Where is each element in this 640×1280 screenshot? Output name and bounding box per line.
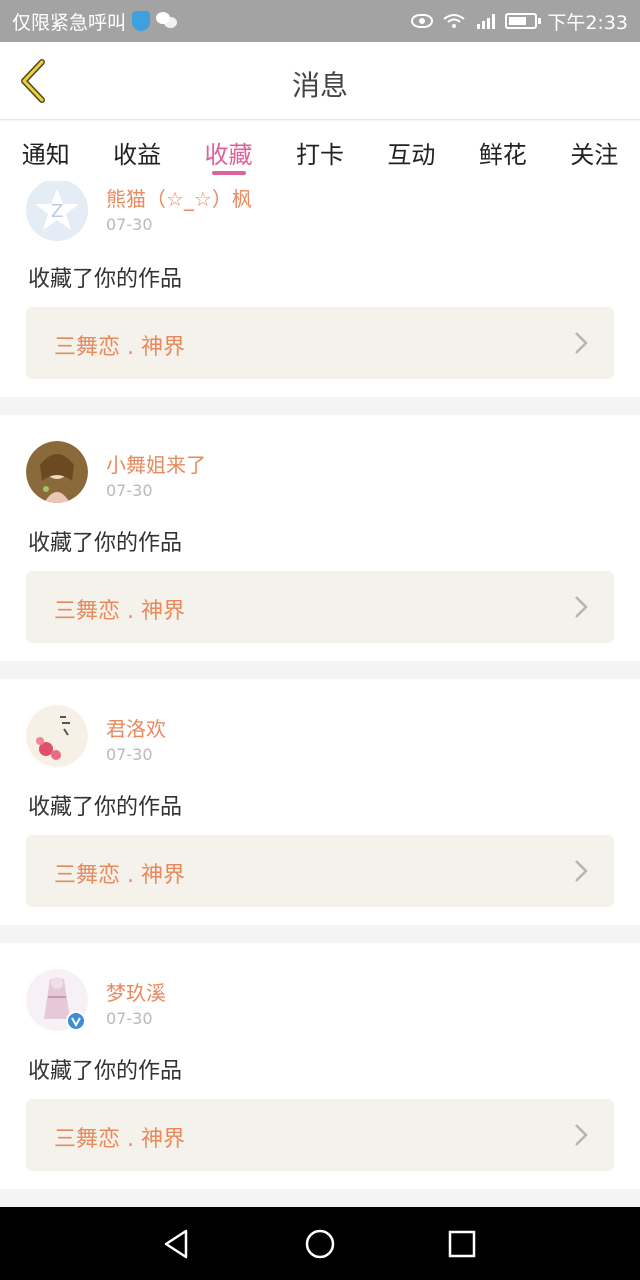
- avatar[interactable]: [26, 969, 88, 1031]
- user-name[interactable]: 熊猫（☆_☆）枫: [106, 183, 252, 212]
- date: 07-30: [106, 215, 153, 234]
- page-title: 消息: [291, 69, 348, 102]
- user-name[interactable]: 小舞姐来了: [106, 449, 206, 478]
- date: 07-30: [106, 745, 153, 764]
- wifi-icon: [443, 14, 465, 28]
- back-triangle-icon[interactable]: [160, 1227, 194, 1261]
- work-link[interactable]: 三舞恋 . 神界: [26, 835, 614, 907]
- action-text: 收藏了你的作品: [28, 795, 183, 820]
- chat-icon: [156, 12, 178, 30]
- date: 07-30: [106, 481, 153, 500]
- tab-follow[interactable]: 关注: [549, 121, 640, 181]
- date: 07-30: [106, 1009, 153, 1028]
- list-item: Z 熊猫（☆_☆）枫 07-30 收藏了你的作品 三舞恋 . 神界: [0, 181, 640, 397]
- tab-flowers[interactable]: 鲜花: [457, 121, 548, 181]
- status-time: 下午2:33: [547, 11, 628, 34]
- chevron-right-icon: [575, 332, 588, 354]
- shield-icon: [132, 11, 151, 31]
- status-bar: 仅限紧急呼叫 下午2:33: [0, 0, 640, 42]
- chevron-right-icon: [575, 596, 588, 618]
- recent-apps-square-icon[interactable]: [445, 1227, 479, 1261]
- list-item: 梦玖溪 07-30 收藏了你的作品 三舞恋 . 神界: [0, 943, 640, 1189]
- list-item: 君洛欢 07-30 收藏了你的作品 三舞恋 . 神界: [0, 679, 640, 925]
- avatar[interactable]: [26, 705, 88, 767]
- chevron-right-icon: [575, 1124, 588, 1146]
- user-name[interactable]: 君洛欢: [106, 713, 166, 742]
- work-link[interactable]: 三舞恋 . 神界: [26, 1099, 614, 1171]
- avatar[interactable]: [26, 441, 88, 503]
- work-link[interactable]: 三舞恋 . 神界: [26, 571, 614, 643]
- svg-text:Z: Z: [51, 201, 63, 222]
- action-text: 收藏了你的作品: [28, 531, 183, 556]
- eye-icon: [411, 14, 434, 28]
- notification-list: Z 熊猫（☆_☆）枫 07-30 收藏了你的作品 三舞恋 . 神界 小舞姐来了 …: [0, 181, 640, 1207]
- work-title: 三舞恋 . 神界: [54, 335, 185, 360]
- user-name[interactable]: 梦玖溪: [106, 977, 166, 1006]
- status-text: 仅限紧急呼叫: [12, 11, 127, 34]
- work-link[interactable]: 三舞恋 . 神界: [26, 307, 614, 379]
- work-title: 三舞恋 . 神界: [54, 863, 185, 888]
- tab-checkin[interactable]: 打卡: [274, 121, 365, 181]
- work-title: 三舞恋 . 神界: [54, 1127, 185, 1152]
- work-title: 三舞恋 . 神界: [54, 599, 185, 624]
- avatar[interactable]: Z: [26, 181, 88, 241]
- action-text: 收藏了你的作品: [28, 1059, 183, 1084]
- chevron-right-icon: [575, 860, 588, 882]
- title-bar: 消息: [0, 42, 640, 120]
- tab-interaction[interactable]: 互动: [366, 121, 457, 181]
- tab-notifications[interactable]: 通知: [0, 121, 91, 181]
- tab-favorites[interactable]: 收藏: [183, 121, 274, 181]
- verified-badge-icon: [66, 1011, 86, 1031]
- battery-icon: [505, 13, 542, 29]
- system-navigation-bar: [0, 1207, 640, 1280]
- tab-bar: 通知 收益 收藏 打卡 互动 鲜花 关注: [0, 121, 640, 181]
- tab-earnings[interactable]: 收益: [91, 121, 182, 181]
- signal-icon: [477, 14, 496, 29]
- action-text: 收藏了你的作品: [28, 267, 183, 292]
- list-item: 小舞姐来了 07-30 收藏了你的作品 三舞恋 . 神界: [0, 415, 640, 661]
- home-circle-icon[interactable]: [303, 1227, 337, 1261]
